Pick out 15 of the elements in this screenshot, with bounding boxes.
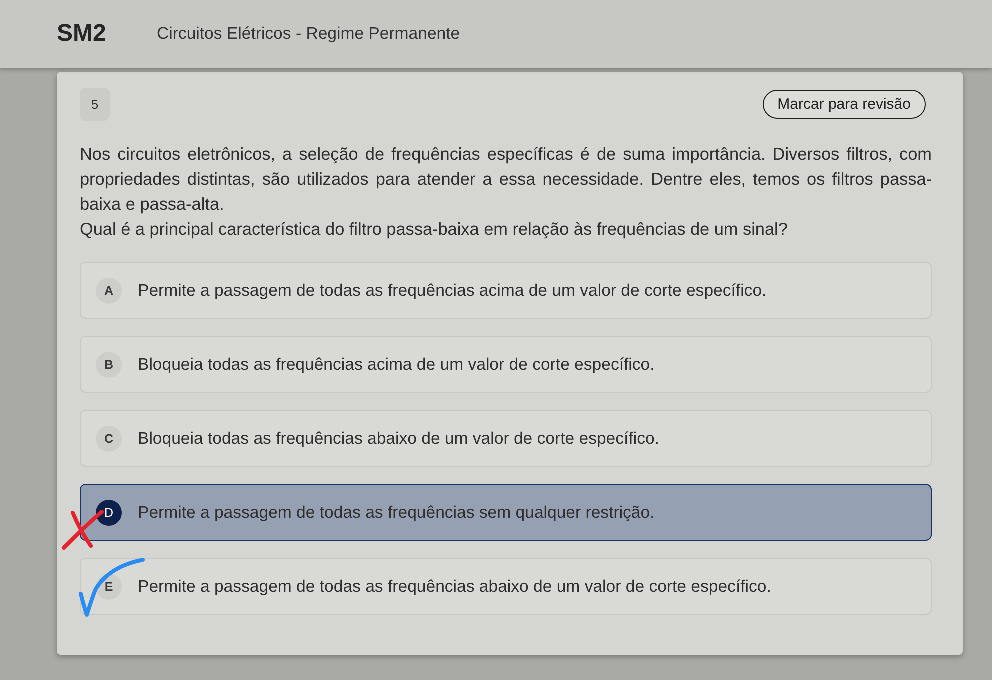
answer-option[interactable]: B Bloqueia todas as frequências acima de um valor de corte específico. [80, 336, 932, 393]
answer-option[interactable]: D Permite a passagem de todas as frequências sem qualquer restrição. [80, 484, 932, 541]
answer-option[interactable]: A Permite a passagem de todas as frequências acima de um valor de corte específico. [80, 262, 932, 319]
option-letter: B [96, 352, 122, 378]
question-text: Qual é a principal característica do filtro passa-baixa em relação às frequências de um sinal? [80, 218, 789, 241]
question-number: 5 [80, 88, 110, 121]
mark-for-review-button[interactable]: Marcar para revisão [762, 90, 926, 119]
option-letter: A [96, 278, 122, 304]
answer-option[interactable]: E Permite a passagem de todas as frequências abaixo de um valor de corte específico. [80, 558, 932, 615]
option-letter: C [96, 426, 122, 452]
course-title: Circuitos Elétricos - Regime Permanente [157, 24, 460, 44]
answer-option[interactable]: C Bloqueia todas as frequências abaixo de um valor de corte específico. [80, 410, 932, 467]
question-text: Nos circuitos eletrônicos, a seleção de frequências específicas é de suma importância. Diversos filtros, com propriedades distintas, são utilizados para atender a essa necessidade. Dentre eles, temos os filtros passa-baixa e passa-alta. [80, 143, 932, 216]
course-code: SM2 [57, 20, 108, 48]
option-letter: D [96, 500, 122, 526]
